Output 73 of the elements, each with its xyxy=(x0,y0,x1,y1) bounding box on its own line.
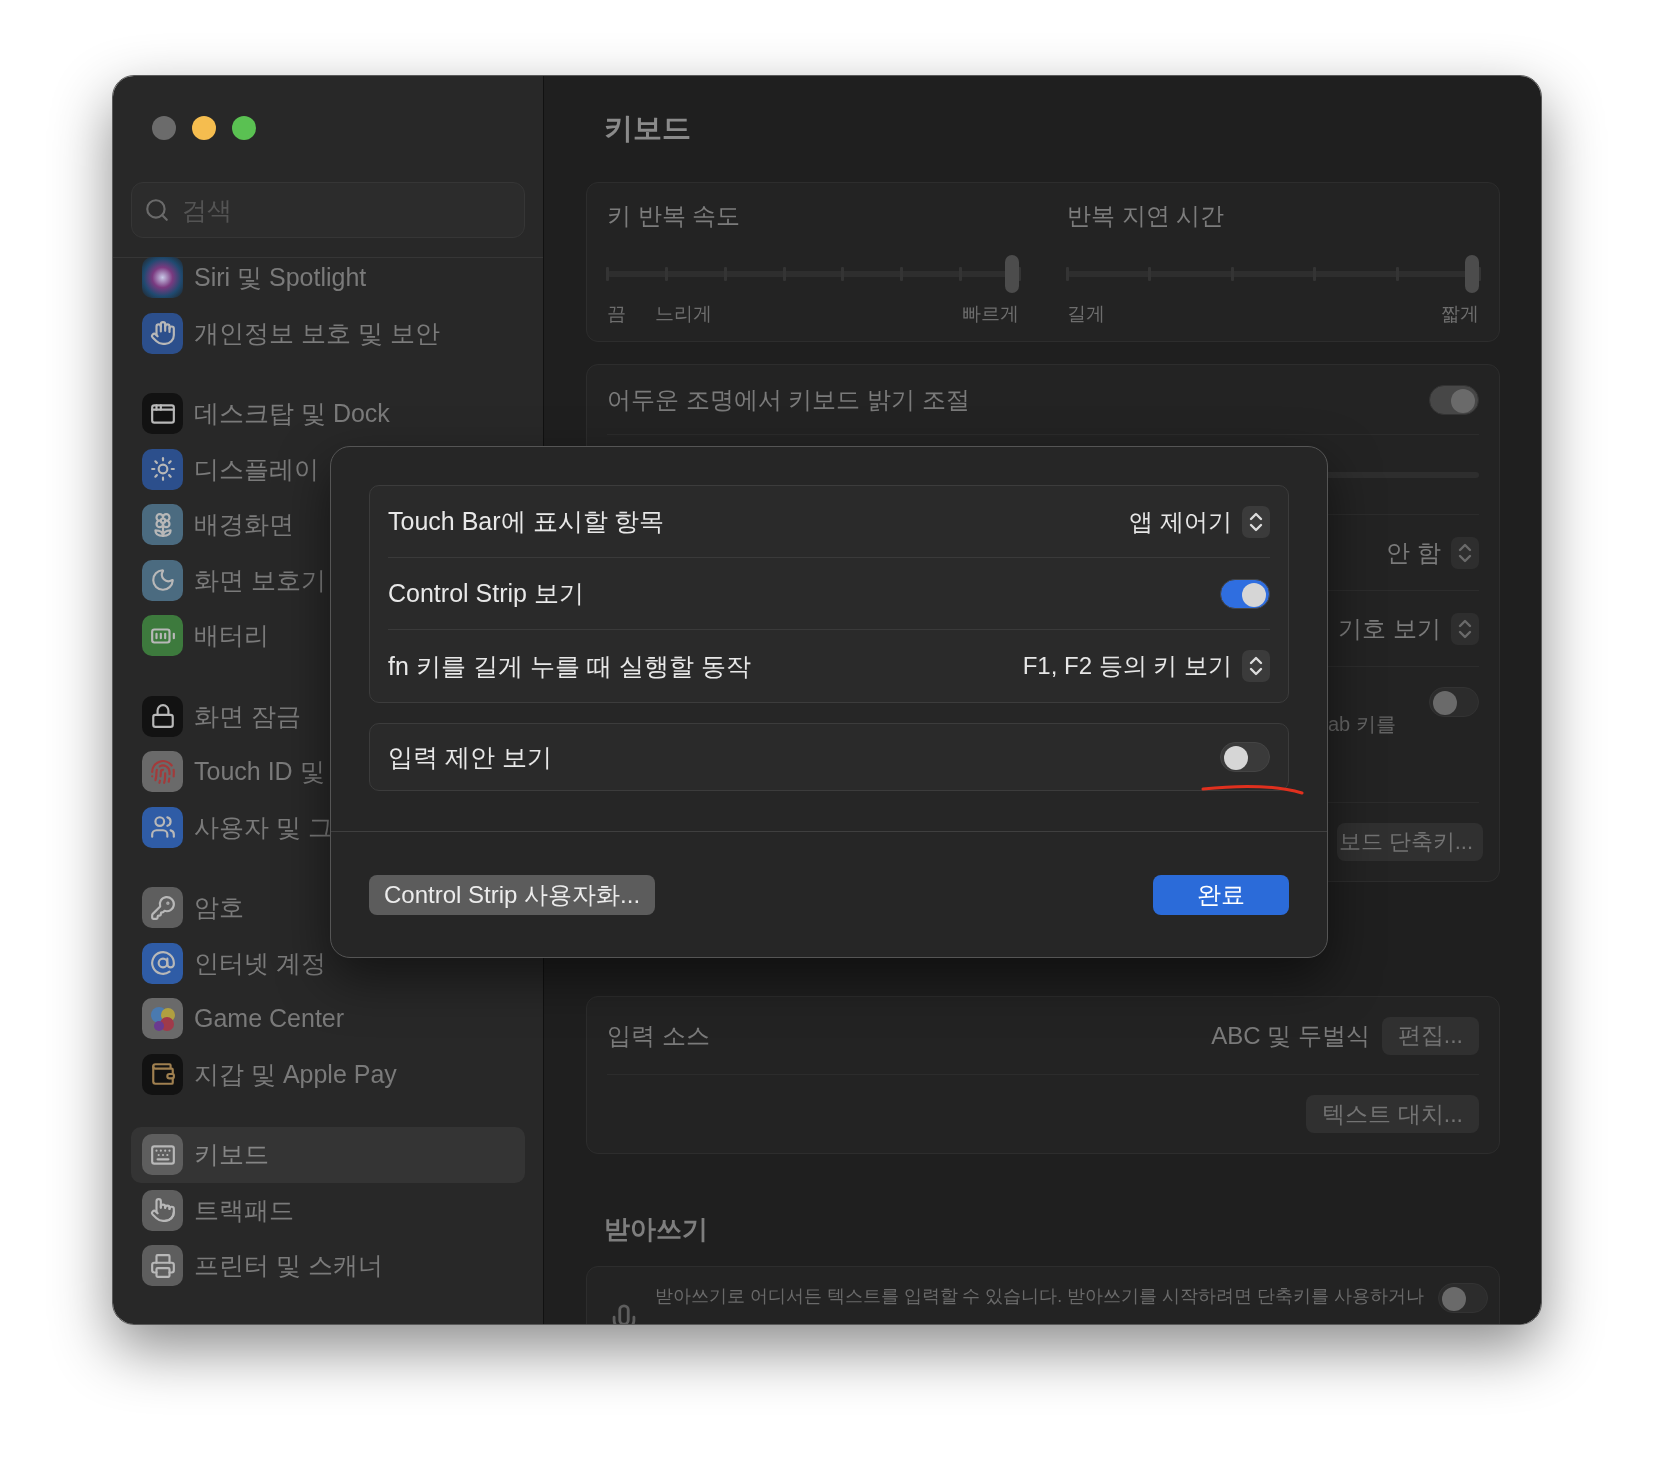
key-icon xyxy=(142,887,183,929)
wallet-icon xyxy=(142,1053,183,1095)
sidebar-item[interactable]: 지갑 및 Apple Pay xyxy=(131,1046,525,1102)
people-icon xyxy=(142,806,183,848)
action-button[interactable]: 텍스트 대치... xyxy=(1306,1095,1479,1133)
popup-button[interactable]: 기호 보기 xyxy=(1338,612,1479,645)
page-title: 키보드 xyxy=(604,111,692,146)
sidebar-item[interactable]: 사용자 및 그 xyxy=(131,799,525,855)
fingerprint-icon xyxy=(142,751,183,793)
dictation-description: 받아쓰기로 어디서든 텍스트를 입력할 수 있습니다. 받아쓰기를 시작하려면 단축키를 사용하거나 xyxy=(655,1285,1424,1308)
search-icon xyxy=(144,197,170,223)
action-button[interactable]: 보드 단축키... xyxy=(1336,823,1483,861)
sidebar-item[interactable]: 화면 잠금 xyxy=(131,688,525,744)
sun-icon xyxy=(142,448,183,490)
sidebar-item[interactable]: 디스플레이 xyxy=(131,441,525,497)
slider-thumb[interactable] xyxy=(1465,255,1479,293)
customize-button[interactable]: Control Strip 사용자화... xyxy=(369,874,656,915)
chevron-updown-icon xyxy=(1451,612,1479,645)
sidebar-item[interactable]: Game Center xyxy=(131,991,525,1047)
sidebar-item[interactable]: Siri 및 Spotlight xyxy=(131,250,525,306)
siri-icon xyxy=(142,257,183,299)
scale-label: 빠르게 xyxy=(962,302,1019,326)
zoom-button[interactable] xyxy=(232,116,256,140)
toggle-switch[interactable] xyxy=(1220,742,1270,772)
flower-icon xyxy=(142,504,183,546)
printer-icon xyxy=(142,1245,183,1287)
sidebar-item[interactable]: 개인정보 보호 및 보안 xyxy=(131,305,525,361)
sidebar-item[interactable]: 프린터 및 스캐너 xyxy=(131,1238,525,1294)
sidebar-item[interactable]: 키보드 xyxy=(131,1127,525,1183)
edit-button[interactable]: 편집... xyxy=(1381,1016,1479,1055)
setting-label: 어두운 조명에서 키보드 밝기 조절 xyxy=(607,384,970,415)
keyboard-icon xyxy=(142,1134,183,1176)
chevron-updown-icon xyxy=(1242,505,1270,538)
moon-screen-icon xyxy=(142,559,183,601)
toggle-switch[interactable] xyxy=(1437,1283,1488,1313)
slider-track[interactable] xyxy=(1067,255,1479,293)
setting-label: fn 키를 길게 누를 때 실행할 동작 xyxy=(388,650,751,682)
slider-label: 반복 지연 시간 xyxy=(1067,201,1225,231)
setting-value: ABC 및 두벌식 xyxy=(1211,1020,1370,1051)
game-bubbles-icon xyxy=(142,998,183,1040)
scale-label: 길게 xyxy=(1067,302,1105,326)
setting-label: 입력 소스 xyxy=(607,1020,710,1051)
sidebar-item[interactable]: 데스크탑 및 Dock xyxy=(131,386,525,442)
setting-label: 입력 제안 보기 xyxy=(388,741,552,773)
slider-track[interactable] xyxy=(607,255,1019,293)
slider-thumb[interactable] xyxy=(1005,255,1019,293)
slider-label: 키 반복 속도 xyxy=(607,201,741,231)
at-sign-icon xyxy=(142,942,183,984)
toggle-switch[interactable] xyxy=(1429,384,1479,415)
popup-button[interactable]: 앱 제어기 xyxy=(1129,505,1270,538)
popup-button[interactable]: 안 함 xyxy=(1386,536,1479,569)
scale-label: 느리게 xyxy=(654,302,712,326)
battery-icon xyxy=(142,615,183,657)
scale-label: 끔 xyxy=(607,302,626,326)
sidebar-item[interactable]: 인터넷 계정 xyxy=(131,935,525,991)
setting-label: Control Strip 보기 xyxy=(388,578,584,609)
chevron-updown-icon xyxy=(1242,650,1270,682)
lock-icon xyxy=(142,695,183,737)
minimize-button[interactable] xyxy=(192,116,216,140)
toggle-switch[interactable] xyxy=(1220,578,1270,609)
done-button[interactable]: 완료 xyxy=(1153,874,1289,915)
setting-description: ab 키를 xyxy=(1327,712,1397,737)
scale-label: 짧게 xyxy=(1441,302,1479,326)
popup-button[interactable]: F1, F2 등의 키 보기 xyxy=(1022,650,1270,682)
pointer-hand-icon xyxy=(142,1189,183,1231)
section-heading: 받아쓰기 xyxy=(604,1213,709,1246)
sidebar-item[interactable]: 트랙패드 xyxy=(131,1182,525,1238)
dock-icon xyxy=(142,393,183,435)
chevron-updown-icon xyxy=(1451,536,1479,569)
setting-label: Touch Bar에 표시할 항목 xyxy=(388,506,665,537)
close-button[interactable] xyxy=(152,116,176,140)
toggle-switch[interactable] xyxy=(1429,687,1479,717)
hand-icon xyxy=(142,312,183,354)
